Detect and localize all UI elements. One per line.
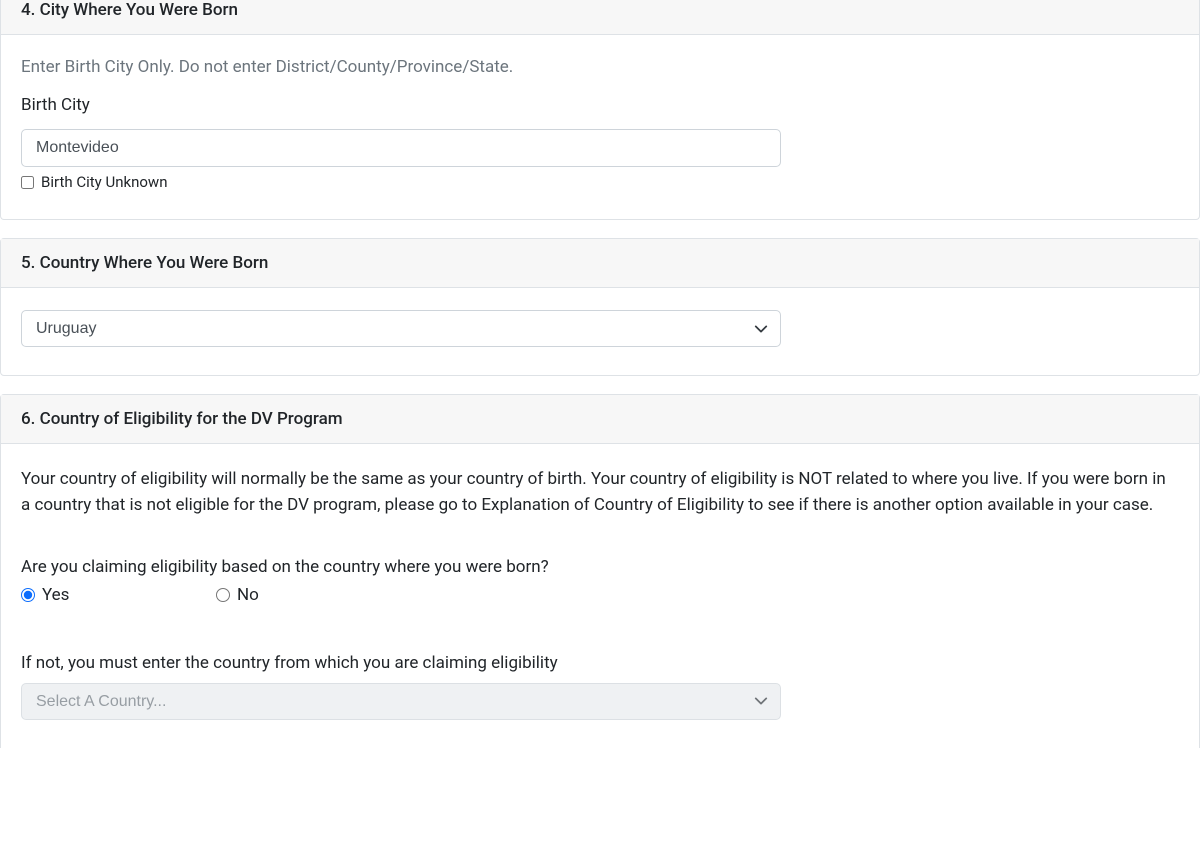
section-birth-country: 5. Country Where You Were Born Uruguay [0, 238, 1200, 376]
birth-country-select[interactable]: Uruguay [21, 310, 781, 347]
eligibility-radio-yes[interactable] [21, 588, 35, 602]
section-birth-city-header: 4. City Where You Were Born [1, 0, 1199, 35]
birth-city-unknown-checkbox[interactable] [21, 176, 34, 189]
birth-city-helper-text: Enter Birth City Only. Do not enter Dist… [21, 57, 1179, 77]
birth-city-label: Birth City [21, 95, 1179, 115]
section-birth-country-title: 5. Country Where You Were Born [21, 253, 268, 273]
eligibility-country-label: If not, you must enter the country from … [21, 653, 1179, 673]
section-eligibility: 6. Country of Eligibility for the DV Pro… [0, 394, 1200, 748]
eligibility-radio-no[interactable] [216, 588, 230, 602]
eligibility-radio-no-label: No [237, 585, 259, 605]
eligibility-country-select: Select A Country... [21, 683, 781, 720]
eligibility-radio-no-item[interactable]: No [216, 585, 259, 605]
eligibility-radio-yes-label: Yes [42, 585, 69, 605]
section-birth-country-header: 5. Country Where You Were Born [1, 239, 1199, 288]
section-birth-city-body: Enter Birth City Only. Do not enter Dist… [1, 35, 1199, 219]
birth-city-unknown-label: Birth City Unknown [41, 173, 167, 191]
section-eligibility-body: Your country of eligibility will normall… [1, 444, 1199, 748]
section-birth-city-title: 4. City Where You Were Born [21, 0, 238, 20]
birth-city-unknown-row: Birth City Unknown [21, 173, 1179, 191]
eligibility-radio-row: Yes No [21, 585, 1179, 605]
section-birth-country-body: Uruguay [1, 288, 1199, 375]
eligibility-paragraph: Your country of eligibility will normall… [21, 466, 1179, 519]
birth-city-input[interactable] [21, 129, 781, 167]
eligibility-radio-yes-item[interactable]: Yes [21, 585, 216, 605]
eligibility-question: Are you claiming eligibility based on th… [21, 557, 1179, 577]
section-birth-city: 4. City Where You Were Born Enter Birth … [0, 0, 1200, 220]
section-eligibility-header: 6. Country of Eligibility for the DV Pro… [1, 395, 1199, 444]
section-eligibility-title: 6. Country of Eligibility for the DV Pro… [21, 409, 343, 429]
eligibility-country-block: If not, you must enter the country from … [21, 653, 1179, 720]
